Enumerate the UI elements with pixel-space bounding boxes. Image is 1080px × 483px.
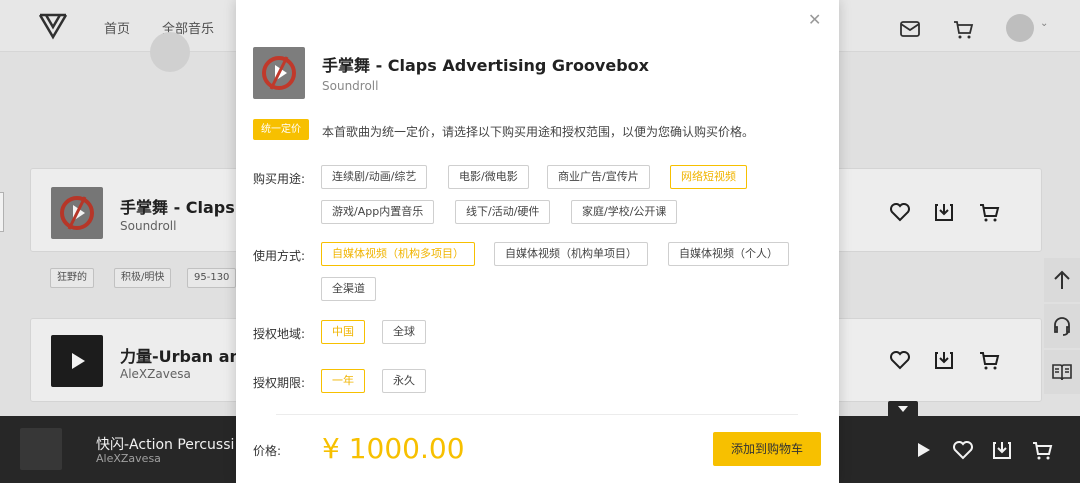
region-label: 授权地域: [253, 327, 306, 341]
price-label: 价格: [253, 444, 282, 458]
pricing-badge: 统一定价 [253, 119, 309, 140]
usage-option[interactable]: 电影/微电影 [448, 165, 529, 189]
method-option[interactable]: 全渠道 [321, 277, 376, 301]
usage-option-selected[interactable]: 网络短视频 [670, 165, 747, 189]
method-option[interactable]: 自媒体视频（个人） [668, 242, 789, 266]
method-label: 使用方式: [253, 249, 306, 263]
modal-track-cover [253, 47, 305, 99]
period-option[interactable]: 永久 [382, 369, 426, 393]
period-option-selected[interactable]: 一年 [321, 369, 365, 393]
play-logo-icon [262, 56, 296, 90]
region-option[interactable]: 全球 [382, 320, 426, 344]
usage-option[interactable]: 家庭/学校/公开课 [571, 200, 678, 224]
method-option-selected[interactable]: 自媒体视频（机构多项目） [321, 242, 475, 266]
usage-label: 购买用途: [253, 172, 306, 186]
usage-option[interactable]: 线下/活动/硬件 [455, 200, 551, 224]
usage-option[interactable]: 连续剧/动画/综艺 [321, 165, 428, 189]
price-value: ¥ 1000.00 [322, 432, 465, 465]
add-to-cart-button[interactable]: 添加到购物车 [713, 432, 821, 466]
close-icon[interactable]: ✕ [808, 10, 821, 29]
usage-option[interactable]: 游戏/App内置音乐 [321, 200, 435, 224]
pricing-notice: 本首歌曲为统一定价，请选择以下购买用途和授权范围，以便为您确认购买价格。 [322, 125, 755, 139]
period-label: 授权期限: [253, 376, 306, 390]
modal-track-title: 手掌舞 - Claps Advertising Groovebox [322, 56, 649, 75]
divider [276, 414, 798, 415]
method-option[interactable]: 自媒体视频（机构单项目） [494, 242, 648, 266]
region-option-selected[interactable]: 中国 [321, 320, 365, 344]
usage-option[interactable]: 商业广告/宣传片 [547, 165, 650, 189]
modal-track-artist: Soundroll [322, 79, 379, 93]
purchase-modal: ✕ 手掌舞 - Claps Advertising Groovebox Soun… [236, 0, 839, 483]
